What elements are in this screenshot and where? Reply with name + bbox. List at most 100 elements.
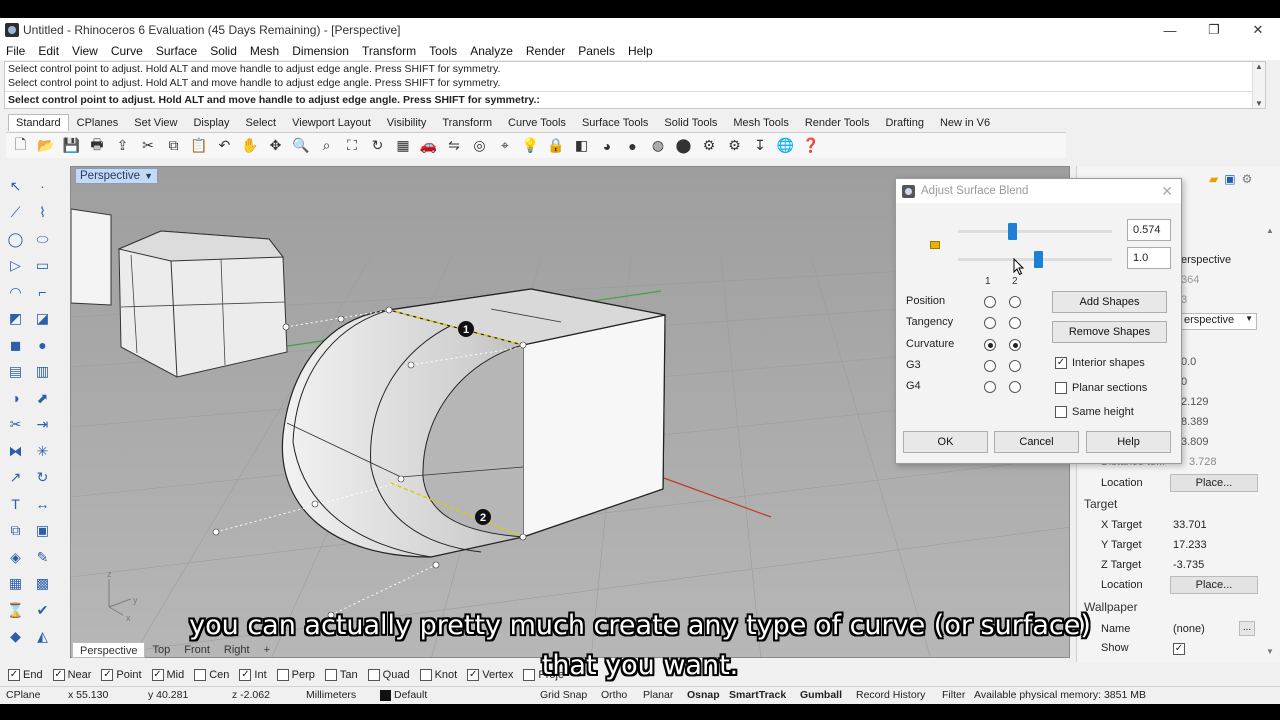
same-height-option[interactable]: Same height [1055,406,1134,418]
interior-shapes-option[interactable]: ✓ Interior shapes [1055,357,1145,369]
cancel-button[interactable]: Cancel [994,431,1079,453]
select-arrow-icon[interactable]: ↖ [2,173,29,200]
menu-help[interactable]: Help [628,44,653,58]
minimize-button[interactable]: — [1148,18,1192,42]
lightbulb-icon[interactable]: 💡 [520,135,541,156]
tab-display[interactable]: Display [185,114,237,131]
light-icon[interactable]: ⌖ [495,135,516,156]
trim-icon[interactable]: ✂ [2,412,29,439]
grid-icon[interactable]: ▦ [393,135,414,156]
render-icon[interactable]: ✎ [29,544,56,571]
point-icon[interactable]: · [29,173,56,200]
continuity-curvature-edge-1-radio[interactable] [984,339,996,351]
curve-points-icon[interactable]: ⌇ [29,200,56,227]
tab-drafting[interactable]: Drafting [877,114,932,131]
viewport-title[interactable]: Perspective ▼ [75,168,159,184]
pan-icon[interactable]: ✋ [240,135,261,156]
mesh-icon[interactable]: ▤ [2,359,29,386]
lock-icon[interactable]: 🔒 [546,135,567,156]
add-shapes-button[interactable]: Add Shapes [1052,291,1167,313]
continuity-g4-edge-1-radio[interactable] [984,381,996,393]
sphere-icon[interactable]: ● [622,135,643,156]
surface-icon[interactable]: ◩ [2,306,29,333]
status-cplane[interactable]: CPlane [6,689,40,701]
globe-icon[interactable]: 🌐 [775,135,796,156]
tab-visibility[interactable]: Visibility [379,114,435,131]
extrude-icon[interactable]: ⬈ [29,385,56,412]
open-icon[interactable]: 📂 [36,135,57,156]
join-icon[interactable]: ⧓ [2,438,29,465]
menu-mesh[interactable]: Mesh [250,44,279,58]
car-icon[interactable]: 🚗 [418,135,439,156]
boolean-icon[interactable]: ◑ [2,385,29,412]
planar-sections-option[interactable]: Planar sections [1055,382,1147,394]
partial-box-object[interactable] [71,208,112,306]
continuity-g3-edge-1-radio[interactable] [984,360,996,372]
copy-icon[interactable]: ⧉ [163,135,184,156]
settings-icon[interactable]: ⚙ [724,135,745,156]
print-icon[interactable]: 🖶 [87,135,108,156]
x-target-value[interactable]: 33.701 [1173,519,1207,531]
sphere-tool-icon[interactable]: ● [29,332,56,359]
tab-render-tools[interactable]: Render Tools [797,114,878,131]
menu-tools[interactable]: Tools [429,44,457,58]
status-osnap[interactable]: Osnap [687,689,720,701]
split-icon[interactable]: ⇥ [29,412,56,439]
tab-mesh-tools[interactable]: Mesh Tools [725,114,796,131]
paste-icon[interactable]: 📋 [189,135,210,156]
move-tool-icon[interactable]: ↗ [2,465,29,492]
tab-transform[interactable]: Transform [434,114,500,131]
continuity-position-edge-1-radio[interactable] [984,296,996,308]
continuity-curvature-edge-2-radio[interactable] [1009,339,1021,351]
status-planar[interactable]: Planar [643,689,673,701]
tab-set-view[interactable]: Set View [126,114,185,131]
camera-place-button[interactable]: Place... [1170,474,1258,492]
group-icon[interactable]: ▣ [29,518,56,545]
remove-shapes-button[interactable]: Remove Shapes [1052,321,1167,343]
lock-sliders-icon[interactable] [930,241,940,249]
layout-icon[interactable]: ▩ [29,571,56,598]
menu-dimension[interactable]: Dimension [292,44,349,58]
rectangle-icon[interactable]: ▭ [29,253,56,280]
arc-icon[interactable]: ◠ [2,279,29,306]
ellipse-icon[interactable]: ⬭ [29,226,56,253]
help-icon[interactable]: ❓ [801,135,822,156]
continuity-g4-edge-2-radio[interactable] [1009,381,1021,393]
z-target-value[interactable]: -3.735 [1173,559,1204,571]
status-gumball[interactable]: Gumball [800,689,842,701]
box-icon[interactable]: ◼ [2,332,29,359]
tab-viewport-layout[interactable]: Viewport Layout [284,114,379,131]
undo-icon[interactable]: ↶ [214,135,235,156]
slider-1-thumb[interactable] [1007,223,1017,240]
menu-render[interactable]: Render [526,44,565,58]
projection-fragment[interactable]: erspective ▼ [1181,313,1257,330]
slider-1-track[interactable] [958,230,1112,233]
rotate-view-icon[interactable]: ↻ [367,135,388,156]
dimension-tool-icon[interactable]: ↔ [29,491,56,518]
tab-curve-tools[interactable]: Curve Tools [500,114,574,131]
panel-settings-icon[interactable]: ⚙ [1242,172,1253,186]
dialog-title-bar[interactable]: Adjust Surface Blend [896,179,1181,203]
import-icon[interactable]: ⇪ [112,135,133,156]
status-smarttrack[interactable]: SmartTrack [729,689,786,701]
same-height-checkbox[interactable] [1055,406,1067,418]
mesh-box-icon[interactable]: ▥ [29,359,56,386]
status-units[interactable]: Millimeters [306,689,356,701]
rounded-box-object[interactable] [117,230,288,378]
menu-surface[interactable]: Surface [156,44,197,58]
zoom-extents-icon[interactable]: ⛶ [342,135,363,156]
command-prompt[interactable]: Select control point to adjust. Hold ALT… [5,91,1265,108]
status-record-history[interactable]: Record History [856,689,925,701]
menu-transform[interactable]: Transform [362,44,416,58]
status-filter[interactable]: Filter [942,689,965,701]
continuity-tangency-edge-2-radio[interactable] [1009,317,1021,329]
continuity-position-edge-2-radio[interactable] [1009,296,1021,308]
render-sphere-icon[interactable]: ◍ [648,135,669,156]
move-icon[interactable]: ✥ [265,135,286,156]
rotate-tool-icon[interactable]: ↻ [29,465,56,492]
dimension-icon[interactable]: ↧ [750,135,771,156]
polyline-icon[interactable]: ⟋ [2,200,29,227]
tab-standard[interactable]: Standard [8,114,69,131]
polygon-icon[interactable]: ▷ [2,253,29,280]
save-icon[interactable]: 💾 [61,135,82,156]
